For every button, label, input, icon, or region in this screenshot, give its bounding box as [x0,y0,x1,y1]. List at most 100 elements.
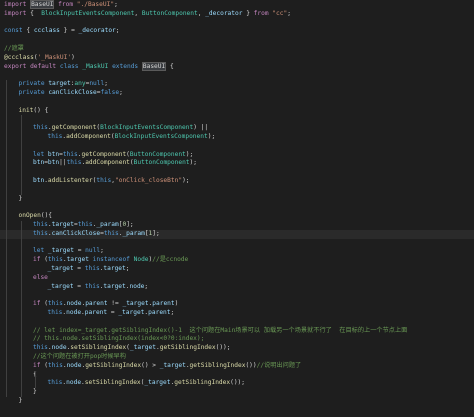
code-line[interactable]: else [0,274,474,283]
code-token: //是ccnode [152,256,189,264]
code-token: = [73,247,86,255]
code-token: from [54,1,77,8]
code-token: onOpen [18,212,41,220]
code-token: ()); [215,344,231,352]
code-token: // let index=_target.getSiblingIndex()-1… [33,326,408,334]
code-token: if [33,300,45,308]
code-line[interactable]: if (this.node.parent != _target.parent) [0,300,474,309]
code-token: _target [47,247,74,255]
code-line[interactable] [0,115,474,124]
code-token: target [103,265,126,272]
code-line[interactable]: _target = this.target.node; [0,283,474,292]
code-token: btn [47,159,60,167]
code-line[interactable]: btn=btn||this.addComponent(ButtonCompone… [0,159,474,168]
code-line[interactable]: this.canClickClose=this._param[1]; [0,229,474,239]
code-token: this [47,379,63,387]
code-line[interactable] [0,186,474,195]
code-line[interactable]: import BaseUI from "./BaseUI"; [0,0,474,10]
code-line[interactable]: let btn=this.getComponent(ButtonComponen… [0,151,474,160]
code-token: if [33,256,45,264]
code-editor[interactable]: import BaseUI from "./BaseUI"; import { B… [0,0,474,417]
code-token: "onClick_closeBtn" [115,177,183,184]
code-line[interactable]: _target = this.target; [0,265,474,274]
code-line[interactable]: } [0,388,474,397]
code-line[interactable] [0,71,474,80]
code-line[interactable]: this.addComponent(BlockInputEventsCompon… [0,133,474,142]
code-line[interactable] [0,318,474,327]
code-line[interactable] [0,203,474,212]
code-token: node [66,379,82,387]
code-line[interactable]: this.target=this._param[0]; [0,221,474,230]
code-line[interactable]: if (this.target instanceof Node)//是ccnod… [0,256,474,265]
code-token: init [18,106,34,114]
code-token: _target [144,379,171,387]
code-token: getSiblingIndex [174,379,231,387]
code-token: } [18,397,23,404]
code-token: this [84,282,100,290]
code-line[interactable]: this.node.parent = _target.parent; [0,309,474,318]
code-token: ()) [245,361,257,369]
code-token: ; [170,309,175,316]
code-line[interactable] [0,36,474,45]
code-line[interactable]: let _target = null; [0,247,474,256]
code-token: "./BaseUI" [76,1,115,8]
code-token: '_MaskUI' [37,53,72,61]
code-token: ); [207,133,216,140]
code-line[interactable] [0,406,474,415]
code-token: false [100,89,120,96]
code-token: _target [159,361,186,369]
code-line[interactable]: const { ccclass } = _decorator; [0,27,474,36]
code-line[interactable]: } [0,195,474,204]
code-token: extends [112,62,142,70]
code-line[interactable]: init() { [0,107,474,116]
code-line[interactable]: import { BlockInputEventsComponent, Butt… [0,10,474,19]
code-line[interactable]: // this.node.setSiblingIndex(index<0?0:i… [0,335,474,344]
code-token: target [51,221,74,228]
code-token: let [33,247,48,255]
code-line[interactable] [0,142,474,151]
code-line[interactable]: btn.addListenter(this,"onClick_closeBtn"… [0,177,474,186]
code-token: @ccclass [4,53,34,61]
code-line[interactable]: if (this.node.getSiblingIndex() > _targe… [0,362,474,371]
code-token: //遮罩 [4,45,24,52]
code-line[interactable]: private target:any=null; [0,80,474,89]
code-token: } [33,388,37,396]
code-token: instanceof [92,256,134,264]
code-line[interactable]: export default class _MaskUI extends Bas… [0,61,474,72]
code-token: this [33,344,48,352]
code-token: btn [33,159,45,167]
code-line[interactable]: // let index=_target.getSiblingIndex()-1… [0,327,474,336]
code-token: _param [122,229,145,237]
code-token: BlockInputEventsComponent [41,9,135,17]
code-line[interactable]: { [0,371,474,380]
code-token: ccclass [33,27,60,35]
code-line[interactable]: //遮罩 [0,45,474,54]
code-token: () { [33,106,49,114]
code-token: this [47,300,63,308]
code-token: setSiblingIndex [84,379,141,387]
code-token: //说明出问题了 [256,361,302,369]
code-token: parent [84,309,108,316]
code-token: null [89,80,105,88]
code-line[interactable]: @ccclass('_MaskUI') [0,54,474,63]
code-line[interactable] [0,168,474,177]
code-line[interactable]: this.node.setSiblingIndex(_target.getSib… [0,344,474,353]
code-line[interactable]: private canClickClose=false; [0,89,474,98]
code-token: _target [47,282,74,290]
code-line[interactable]: //这个问题在被打开pop时候早构 [0,353,474,362]
code-line[interactable] [0,239,474,248]
code-line[interactable]: onOpen(){ [0,212,474,221]
code-token: btn [47,150,60,158]
code-line[interactable]: } [0,397,474,406]
code-token: Node [133,256,149,264]
code-line[interactable] [0,98,474,107]
code-token: || [59,159,67,167]
code-token: // this.node.setSiblingIndex(index<0?0:i… [33,335,205,343]
code-line[interactable]: this.node.setSiblingIndex(_target.getSib… [0,379,474,388]
code-token: ; [104,80,108,88]
code-line[interactable] [0,291,474,300]
code-token: _decorator [205,9,243,17]
code-line[interactable]: this.getComponent(BlockInputEventsCompon… [0,124,474,133]
code-line[interactable] [0,19,474,28]
code-token: getComponent [81,150,127,158]
